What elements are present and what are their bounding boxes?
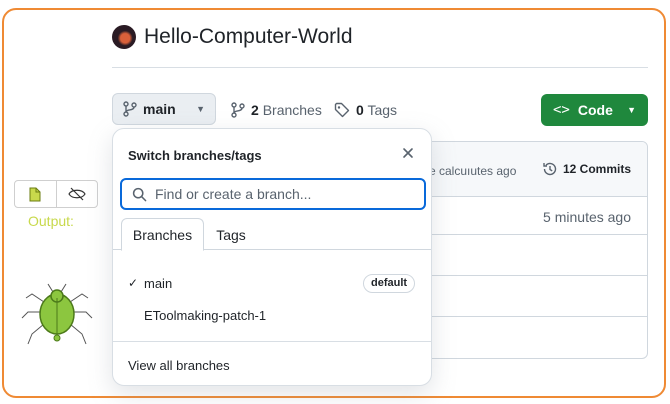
header-divider (112, 67, 648, 68)
code-button-label: Code (577, 102, 613, 118)
file-table: e calcuıutes ago 12 Commits 5 minutes ag… (412, 141, 648, 359)
file-icon (29, 187, 41, 201)
tab-tags[interactable]: Tags (209, 218, 253, 251)
branch-name: EToolmaking-patch-1 (144, 307, 267, 323)
chevron-down-icon: ▼ (627, 105, 636, 115)
dropdown-title: Switch branches/tags (128, 148, 262, 163)
tag-icon (334, 102, 350, 118)
history-icon (543, 162, 557, 176)
branch-search-field[interactable] (120, 178, 426, 210)
view-all-branches-link[interactable]: View all branches (128, 358, 230, 373)
branches-label: Branches (262, 102, 322, 118)
table-row[interactable]: 5 minutes ago (413, 197, 647, 235)
close-icon[interactable] (401, 146, 415, 160)
chevron-down-icon: ▼ (196, 104, 205, 114)
eye-off-icon (68, 187, 86, 201)
branches-link[interactable]: 2 Branches (231, 102, 322, 118)
latest-commit-bar: e calcuıutes ago 12 Commits (413, 142, 647, 197)
branch-name: main (144, 275, 173, 291)
code-icon: <> (553, 102, 570, 118)
branches-count: 2 (251, 102, 259, 118)
table-row[interactable] (413, 235, 647, 276)
branch-select-button[interactable]: main ▼ (112, 93, 216, 125)
tags-label: Tags (367, 102, 398, 118)
hide-view-button[interactable] (55, 181, 98, 207)
branch-dropdown: Switch branches/tags Branches Tags ✓ mai… (112, 128, 432, 386)
file-view-button[interactable] (15, 181, 56, 207)
commit-message[interactable]: e calcuıutes ago (429, 164, 516, 178)
branch-icon (231, 102, 245, 118)
output-label: Output: (28, 213, 74, 229)
repo-title: Hello-Computer-World (112, 25, 353, 49)
search-icon (132, 187, 147, 201)
table-row[interactable] (413, 276, 647, 317)
commits-label: 12 Commits (563, 162, 632, 176)
branch-select-label: main (143, 101, 176, 117)
check-icon: ✓ (128, 276, 139, 290)
branch-item-main[interactable]: ✓ main default (113, 268, 431, 298)
branch-item-patch[interactable]: EToolmaking-patch-1 (113, 300, 431, 330)
branch-search-input[interactable] (155, 186, 405, 202)
bug-mascot-icon (21, 283, 93, 345)
code-button[interactable]: <> Code ▼ (541, 94, 648, 126)
dropdown-tabs: Branches Tags (113, 218, 431, 251)
default-badge: default (363, 273, 416, 293)
mode-toggle[interactable] (14, 180, 98, 208)
tab-branches[interactable]: Branches (121, 218, 204, 251)
repo-name[interactable]: Hello-Computer-World (144, 25, 353, 49)
tags-count: 0 (356, 102, 364, 118)
tags-link[interactable]: 0 Tags (334, 102, 397, 118)
branch-icon (123, 101, 137, 117)
commits-link[interactable]: 12 Commits (542, 161, 631, 177)
updated-time: 5 minutes ago (543, 209, 631, 225)
avatar[interactable] (112, 25, 136, 49)
dropdown-divider (113, 341, 431, 342)
